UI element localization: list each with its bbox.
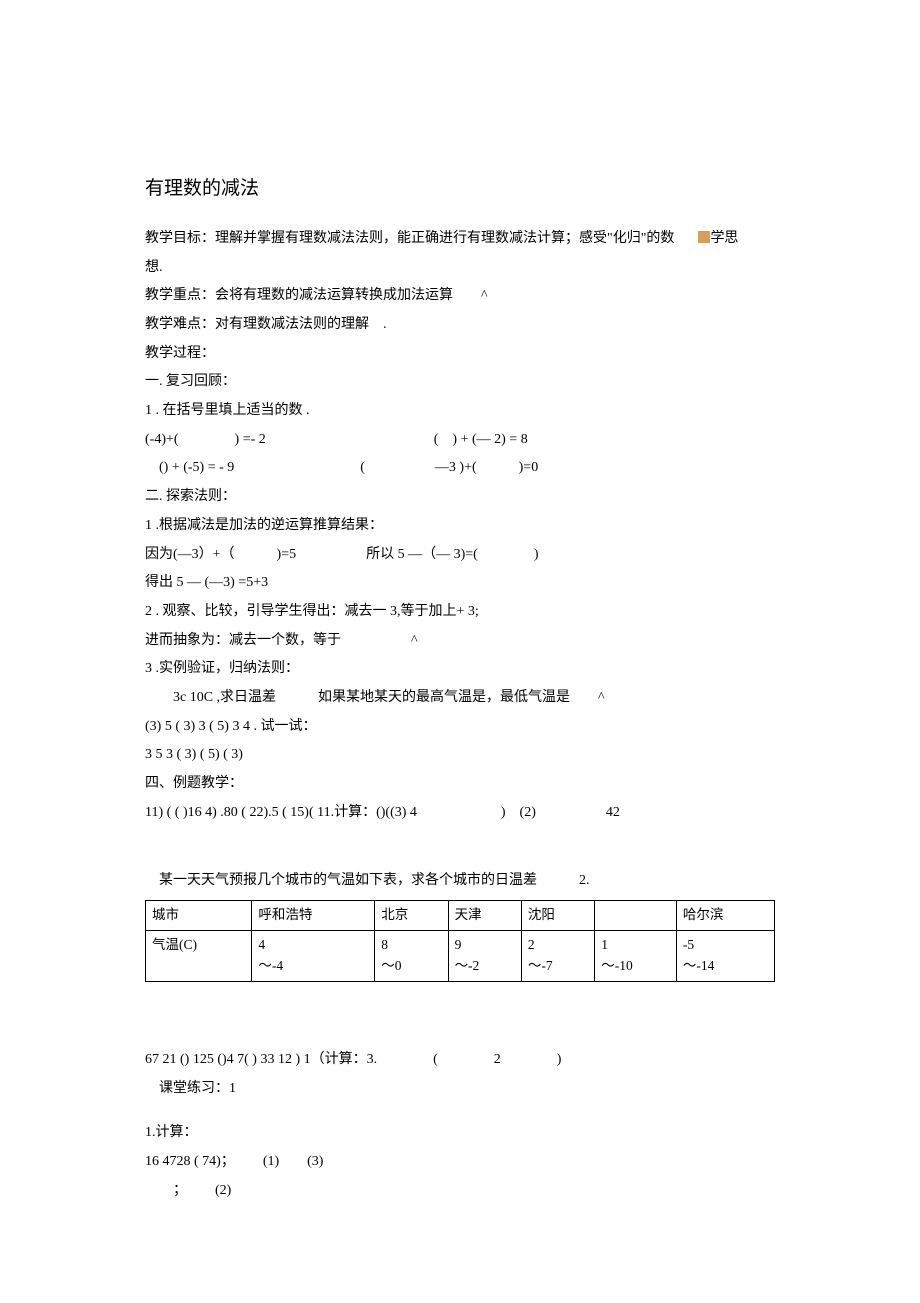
paragraph: 2 . 观察、比较，引导学生得出：减去一 3,等于加上+ 3;: [145, 598, 775, 627]
table-cell: [595, 901, 677, 931]
table-cell: 4〜-4: [252, 930, 375, 981]
table-cell: 呼和浩特: [252, 901, 375, 931]
text: 学思: [710, 231, 738, 246]
table-cell: 城市: [146, 901, 252, 931]
paragraph: 3 .实例验证，归纳法则：: [145, 655, 775, 684]
paragraph: () + (-5) = - 9 ( —3 )+( )=0: [145, 454, 775, 483]
temperature-table: 城市 呼和浩特 北京 天津 沈阳 哈尔滨 气温(C) 4〜-4 8〜0 9〜-2…: [145, 900, 775, 982]
paragraph: 3 5 3 ( 3) ( 5) ( 3): [145, 741, 775, 770]
table-cell: 气温(C): [146, 930, 252, 981]
text: 教学目标：理解并掌握有理数减法法则，能正确进行有理数减法计算；感受"化归"的数: [145, 231, 674, 246]
orange-box-icon: [698, 231, 710, 243]
paragraph: 1 .根据减法是加法的逆运算推算结果：: [145, 512, 775, 541]
paragraph: 教学重点：会将有理数的减法运算转换成加法运算 ^: [145, 282, 775, 311]
paragraph: 一. 复习回顾：: [145, 368, 775, 397]
paragraph: 16 4728 ( 74)； (1) (3): [145, 1148, 775, 1177]
table-cell: 8〜0: [375, 930, 448, 981]
paragraph: 1.计算：: [145, 1119, 775, 1148]
table-cell: 哈尔滨: [676, 901, 774, 931]
paragraph: (3) 5 ( 3) 3 ( 5) 3 4 . 试一试：: [145, 713, 775, 742]
paragraph: 教学难点：对有理数减法法则的理解 .: [145, 311, 775, 340]
table-cell: 1〜-10: [595, 930, 677, 981]
paragraph: ； (2): [145, 1177, 775, 1206]
paragraph: 教学过程：: [145, 340, 775, 369]
table-cell: 沈阳: [521, 901, 594, 931]
table-cell: 9〜-2: [448, 930, 521, 981]
table-cell: 北京: [375, 901, 448, 931]
paragraph: 因为(—3）+（ )=5 所以 5 —（— 3)=( ): [145, 541, 775, 570]
paragraph: 四、例题教学：: [145, 770, 775, 799]
table-cell: 2〜-7: [521, 930, 594, 981]
paragraph: 1 . 在括号里填上适当的数 .: [145, 397, 775, 426]
table-cell: 天津: [448, 901, 521, 931]
paragraph: 想.: [145, 254, 775, 283]
paragraph: 某一天天气预报几个城市的气温如下表，求各个城市的日温差 2.: [145, 867, 775, 896]
paragraph: 二. 探索法则：: [145, 483, 775, 512]
paragraph: 3c 10C ,求日温差 如果某地某天的最高气温是，最低气温是 ^: [145, 684, 775, 713]
paragraph: 得出 5 — (—3) =5+3: [145, 569, 775, 598]
table-cell: -5〜-14: [676, 930, 774, 981]
paragraph: 课堂练习：1: [145, 1075, 775, 1104]
paragraph: 11) ( ( )16 4) .80 ( 22).5 ( 15)( 11.计算：…: [145, 799, 775, 828]
paragraph: (-4)+( ) =- 2 ( ) + (— 2) = 8: [145, 426, 775, 455]
paragraph: 教学目标：理解并掌握有理数减法法则，能正确进行有理数减法计算；感受"化归"的数 学…: [145, 225, 775, 254]
paragraph: 67 21 () 125 ()4 7( ) 33 12 ) 1（计算：3. ( …: [145, 1046, 775, 1075]
table-row: 城市 呼和浩特 北京 天津 沈阳 哈尔滨: [146, 901, 775, 931]
table-row: 气温(C) 4〜-4 8〜0 9〜-2 2〜-7 1〜-10 -5〜-14: [146, 930, 775, 981]
document-title: 有理数的减法: [145, 170, 775, 209]
paragraph: 进而抽象为：减去一个数，等于 ^: [145, 627, 775, 656]
